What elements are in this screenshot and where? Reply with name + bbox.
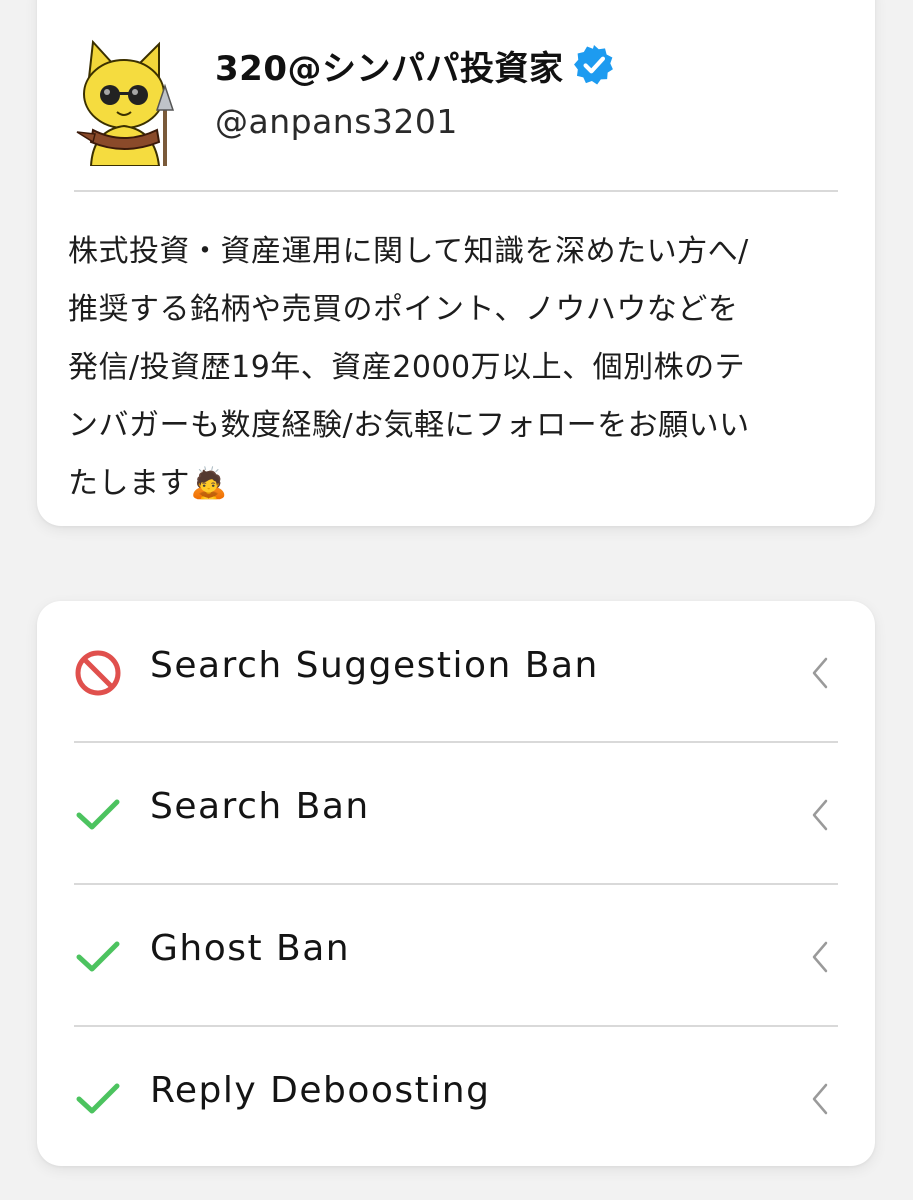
cat-avatar-icon xyxy=(76,39,175,166)
prohibited-icon xyxy=(75,650,121,696)
status-row-search-suggestion-ban[interactable]: Search Suggestion Ban xyxy=(37,601,875,741)
status-label: Search Suggestion Ban xyxy=(150,645,599,686)
display-name: 320@シンパパ投資家 xyxy=(215,48,564,89)
status-card: Search Suggestion Ban Search Ban Ghost B… xyxy=(37,601,875,1166)
chevron-left-icon[interactable] xyxy=(809,797,831,833)
checkmark-icon xyxy=(76,799,120,830)
chevron-left-icon[interactable] xyxy=(809,655,831,691)
chevron-left-icon[interactable] xyxy=(809,1081,831,1117)
status-row-ghost-ban[interactable]: Ghost Ban xyxy=(37,885,875,1025)
chevron-left-icon[interactable] xyxy=(809,939,831,975)
bio-text: 株式投資・資産運用に関して知識を深めたい方へ/ 推奨する銘柄や売買のポイント、ノ… xyxy=(68,234,750,501)
checkmark-icon xyxy=(76,1083,120,1114)
checkmark-icon xyxy=(76,941,120,972)
handle: @anpans3201 xyxy=(215,102,458,141)
status-row-reply-deboosting[interactable]: Reply Deboosting xyxy=(37,1027,875,1167)
status-label: Search Ban xyxy=(150,786,370,827)
divider xyxy=(74,190,838,192)
status-label: Ghost Ban xyxy=(150,928,351,969)
status-row-search-ban[interactable]: Search Ban xyxy=(37,743,875,883)
profile-card: 320@シンパパ投資家 @anpans3201 株式投資・資産運用に関して知識を… xyxy=(37,0,875,526)
verified-badge-icon xyxy=(574,45,614,85)
name-row: 320@シンパパ投資家 xyxy=(215,40,615,90)
page: 320@シンパパ投資家 @anpans3201 株式投資・資産運用に関して知識を… xyxy=(0,0,913,1200)
status-label: Reply Deboosting xyxy=(150,1070,491,1111)
